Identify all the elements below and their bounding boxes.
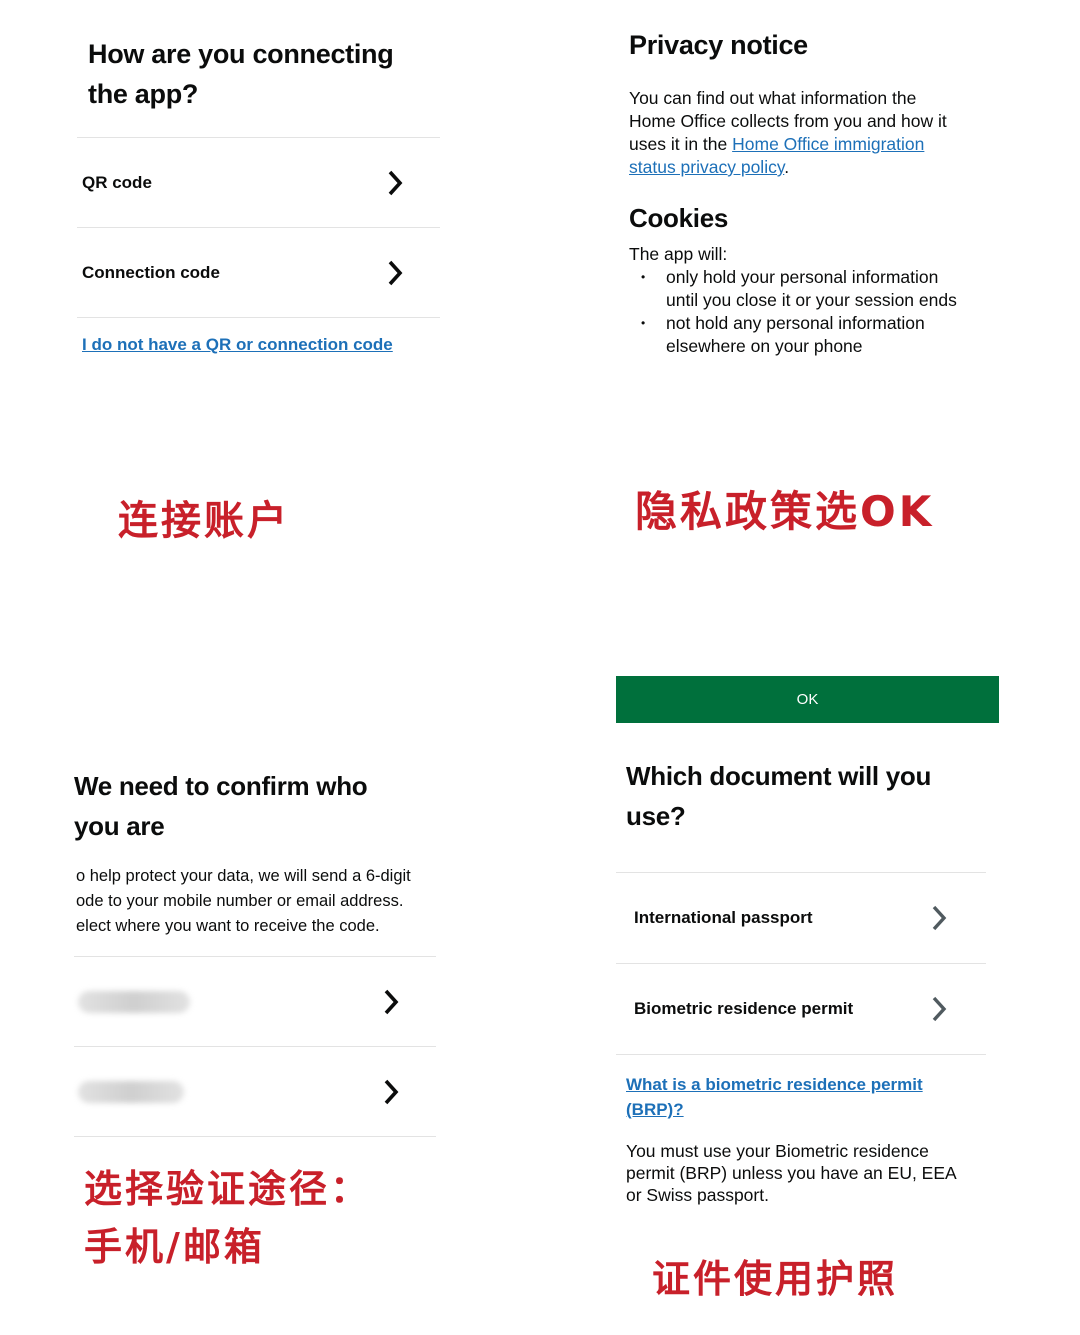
email-option[interactable] xyxy=(74,1046,436,1136)
list-item: not hold any personal information elsewh… xyxy=(629,312,1079,358)
chevron-right-icon xyxy=(376,1077,406,1107)
chevron-right-icon xyxy=(376,987,406,1017)
privacy-policy-link-cont[interactable]: status privacy policy xyxy=(629,157,784,177)
privacy-panel: Privacy notice You can find out what inf… xyxy=(610,20,1078,610)
connect-caption: 连接账户 xyxy=(118,498,290,544)
privacy-title: Privacy notice xyxy=(629,30,808,60)
row-divider xyxy=(616,1054,986,1055)
connection-code-option[interactable]: Connection code xyxy=(77,227,440,317)
chevron-right-icon xyxy=(380,168,410,198)
row-divider xyxy=(77,317,440,318)
cookies-list: only hold your personal information unti… xyxy=(629,266,1079,358)
chevron-right-icon xyxy=(924,903,954,933)
qr-code-option[interactable]: QR code xyxy=(77,137,440,227)
qr-code-label: QR code xyxy=(82,172,152,192)
cookies-intro: The app will: xyxy=(629,244,728,264)
passport-label: International passport xyxy=(634,907,813,927)
privacy-text: You can find out what information the Ho… xyxy=(629,88,947,177)
connect-panel: How are you connecting the app? QR code … xyxy=(40,10,440,600)
privacy-caption: 隐私政策选OK xyxy=(635,487,935,536)
brp-note: You must use your Biometric residence pe… xyxy=(626,1141,957,1205)
passport-option[interactable]: International passport xyxy=(616,872,986,962)
list-item: only hold your personal information unti… xyxy=(629,266,1079,312)
document-caption: 证件使用护照 xyxy=(652,1257,899,1301)
connect-title: How are you connecting the app? xyxy=(88,39,394,109)
privacy-policy-link[interactable]: Home Office immigration xyxy=(732,134,924,154)
mobile-number-option[interactable] xyxy=(74,956,436,1046)
brp-label: Biometric residence permit xyxy=(634,998,854,1018)
confirm-caption: 选择验证途径： 手机/邮箱 xyxy=(84,1167,372,1269)
cookies-title: Cookies xyxy=(629,203,729,233)
no-code-link[interactable]: I do not have a QR or connection code xyxy=(82,335,393,355)
redacted-contact xyxy=(78,1081,184,1103)
chevron-right-icon xyxy=(924,994,954,1024)
ok-button[interactable]: OK xyxy=(616,676,999,723)
chevron-right-icon xyxy=(380,258,410,288)
row-divider xyxy=(74,1136,436,1137)
brp-option[interactable]: Biometric residence permit xyxy=(616,963,986,1053)
brp-info-link[interactable]: What is a biometric residence permit (BR… xyxy=(626,1072,923,1122)
connection-code-label: Connection code xyxy=(82,262,220,282)
confirm-description: o help protect your data, we will send a… xyxy=(76,867,411,935)
redacted-contact xyxy=(78,991,190,1013)
confirm-panel: We need to confirm who you are o help pr… xyxy=(0,700,440,1320)
cookies-section: The app will: only hold your personal in… xyxy=(629,243,1079,358)
document-title: Which document will you use? xyxy=(626,761,932,831)
confirm-title: We need to confirm who you are xyxy=(74,771,368,841)
document-panel: Which document will you use? Internation… xyxy=(616,740,1016,1320)
